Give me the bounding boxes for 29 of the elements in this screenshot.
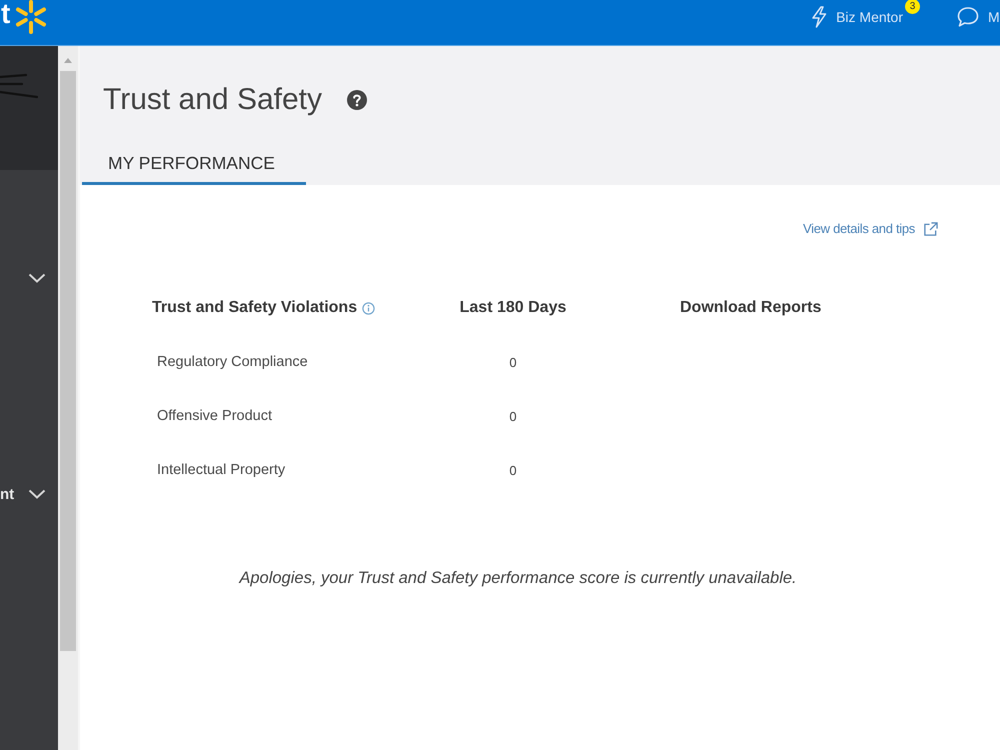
table-cell-text: Regulatory Compliance <box>156 354 308 370</box>
table-cell-text: Intellectual Property <box>156 462 286 478</box>
table-cell: 0 <box>509 408 517 424</box>
scroll-up-arrow-icon[interactable] <box>64 58 72 63</box>
lightning-icon <box>811 6 828 28</box>
info-icon[interactable] <box>362 302 376 314</box>
chat-icon <box>957 6 979 27</box>
scrollbar[interactable] <box>58 46 80 750</box>
messages-button[interactable]: M <box>957 0 1000 27</box>
view-details-link[interactable]: View details and tips <box>803 221 938 237</box>
page-title: Trust and Safety <box>103 82 322 118</box>
column-header: Last 180 Days <box>460 299 566 317</box>
column-header: Trust and Safety Violations <box>152 299 358 317</box>
biz-mentor-button[interactable]: Biz Mentor <box>811 0 905 28</box>
unavailable-message: Apologies, your Trust and Safety performance score is currently unavailable. <box>238 568 798 589</box>
table-cell: 0 <box>509 354 517 370</box>
lines-icon <box>0 72 38 100</box>
scroll-thumb[interactable] <box>60 71 76 651</box>
external-link-icon <box>923 222 938 236</box>
sidebar-item-label: nt <box>0 486 14 502</box>
help-icon[interactable] <box>347 90 367 110</box>
tab[interactable]: MY PERFORMANCE <box>82 147 306 185</box>
spark-icon <box>14 0 48 34</box>
sidebar-item[interactable]: nt <box>0 474 58 514</box>
notification-badge: 3 <box>905 0 920 14</box>
table-cell-text: Offensive Product <box>156 408 272 424</box>
logo-text: t <box>1 0 10 28</box>
column-header: Download Reports <box>680 299 822 317</box>
table-cell: 0 <box>509 462 517 478</box>
